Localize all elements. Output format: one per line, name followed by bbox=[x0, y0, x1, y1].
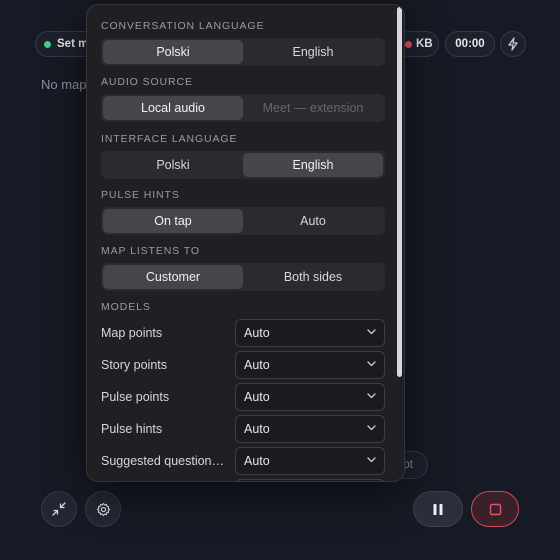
pulse-hints-option-auto[interactable]: Auto bbox=[243, 209, 383, 233]
next-model-select[interactable] bbox=[235, 479, 385, 481]
select-value: Auto bbox=[244, 422, 270, 436]
select-value: Auto bbox=[244, 454, 270, 468]
pulse-hints-heading: PULSE HINTS bbox=[101, 189, 180, 201]
kb-label: KB bbox=[416, 38, 433, 50]
chevron-down-icon bbox=[367, 457, 376, 463]
pulse-hints-toggle: On tap Auto bbox=[101, 207, 385, 235]
interface-language-heading: INTERFACE LANGUAGE bbox=[101, 133, 238, 145]
interface-language-toggle: Polski English bbox=[101, 151, 385, 179]
pause-icon bbox=[433, 503, 443, 515]
chevron-down-icon bbox=[367, 329, 376, 335]
chevron-down-icon bbox=[367, 425, 376, 431]
audio-source-toggle: Local audio Meet — extension bbox=[101, 94, 385, 122]
collapse-button[interactable] bbox=[41, 491, 77, 527]
select-value: Auto bbox=[244, 326, 270, 340]
model-row-label: Suggested questions … bbox=[101, 454, 229, 468]
pulse-hints-model-select[interactable]: Auto bbox=[235, 415, 385, 443]
timer-badge: 00:00 bbox=[445, 31, 495, 57]
select-value: Auto bbox=[244, 358, 270, 372]
chevron-down-icon bbox=[367, 393, 376, 399]
map-listens-to-toggle: Customer Both sides bbox=[101, 263, 385, 291]
conversation-language-option-polski[interactable]: Polski bbox=[103, 40, 243, 64]
timer-value: 00:00 bbox=[455, 38, 485, 50]
conversation-language-heading: CONVERSATION LANGUAGE bbox=[101, 20, 265, 32]
settings-button[interactable] bbox=[85, 491, 121, 527]
kb-status-dot bbox=[405, 40, 412, 48]
scrollbar-thumb[interactable] bbox=[397, 7, 402, 377]
map-listens-option-customer[interactable]: Customer bbox=[103, 265, 243, 289]
bolt-button[interactable] bbox=[500, 31, 526, 57]
model-row-label: Story points bbox=[101, 358, 168, 372]
model-row-label: Pulse points bbox=[101, 390, 170, 404]
bolt-icon bbox=[508, 37, 518, 51]
models-heading: MODELS bbox=[101, 301, 151, 313]
suggested-questions-model-select[interactable]: Auto bbox=[235, 447, 385, 475]
collapse-icon bbox=[52, 502, 66, 516]
audio-source-heading: AUDIO SOURCE bbox=[101, 76, 193, 88]
interface-language-option-english[interactable]: English bbox=[243, 153, 383, 177]
audio-source-option-local[interactable]: Local audio bbox=[103, 96, 243, 120]
set-map-label: Set m bbox=[57, 38, 89, 50]
settings-panel: CONVERSATION LANGUAGE Polski English AUD… bbox=[86, 4, 405, 482]
model-row-label: Pulse hints bbox=[101, 422, 163, 436]
audio-source-option-meet: Meet — extension bbox=[262, 101, 364, 115]
model-row-label: Map points bbox=[101, 326, 163, 340]
pulse-hints-option-on-tap[interactable]: On tap bbox=[103, 209, 243, 233]
interface-language-option-polski[interactable]: Polski bbox=[103, 153, 243, 177]
stop-icon bbox=[489, 503, 501, 515]
conversation-language-toggle: Polski English bbox=[101, 38, 385, 66]
map-points-model-select[interactable]: Auto bbox=[235, 319, 385, 347]
status-dot bbox=[44, 40, 51, 48]
story-points-model-select[interactable]: Auto bbox=[235, 351, 385, 379]
map-listens-to-heading: MAP LISTENS TO bbox=[101, 245, 200, 257]
pause-button[interactable] bbox=[413, 491, 463, 527]
select-value: Auto bbox=[244, 390, 270, 404]
map-listens-option-both-sides[interactable]: Both sides bbox=[243, 265, 383, 289]
conversation-language-option-english[interactable]: English bbox=[243, 40, 383, 64]
gear-icon bbox=[96, 502, 110, 516]
pulse-points-model-select[interactable]: Auto bbox=[235, 383, 385, 411]
stop-button[interactable] bbox=[471, 491, 519, 527]
chevron-down-icon bbox=[367, 361, 376, 367]
empty-map-message: No map bbox=[41, 77, 87, 92]
